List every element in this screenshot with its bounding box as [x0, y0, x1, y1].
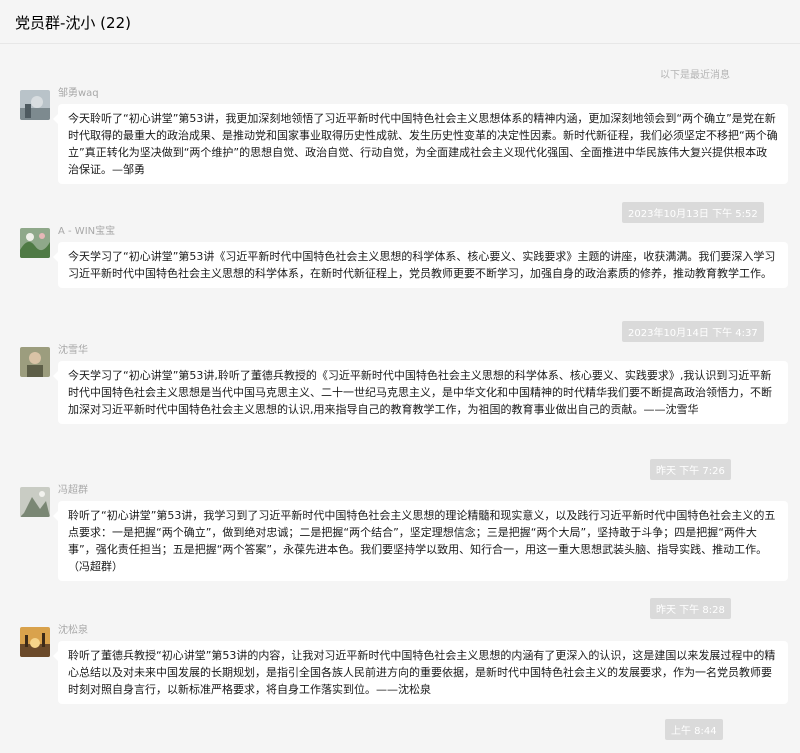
timestamp: 2023年10月13日 下午 5:52: [622, 202, 764, 223]
avatar[interactable]: [20, 627, 50, 657]
message-bubble[interactable]: 今天聆听了“初心讲堂”第53讲，我更加深刻地领悟了习近平新时代中国特色社会主义思…: [53, 104, 788, 184]
chat-title: 党员群-沈小 (22): [15, 14, 131, 32]
avatar[interactable]: [20, 90, 50, 120]
chat-header: 党员群-沈小 (22): [0, 0, 800, 44]
message-bubble[interactable]: 今天学习了“初心讲堂”第53讲,聆听了董德兵教授的《习近平新时代中国特色社会主义…: [53, 361, 788, 424]
avatar[interactable]: [20, 347, 50, 377]
sender-name[interactable]: 沈雪华: [58, 341, 88, 356]
timestamp: 昨天 下午 8:28: [650, 598, 731, 619]
timestamp: 昨天 下午 7:26: [650, 459, 731, 480]
sender-name[interactable]: 冯超群: [58, 481, 88, 496]
avatar[interactable]: [20, 487, 50, 517]
sender-name[interactable]: 邹勇waq: [58, 84, 99, 99]
sender-name[interactable]: A - WIN宝宝: [58, 222, 115, 237]
recent-messages-notice: 以下是最近消息: [660, 70, 730, 81]
message-bubble[interactable]: 聆听了“初心讲堂”第53讲，我学习到了习近平新时代中国特色社会主义思想的理论精髓…: [53, 501, 788, 581]
message-bubble[interactable]: 今天学习了“初心讲堂”第53讲《习近平新时代中国特色社会主义思想的科学体系、核心…: [53, 242, 788, 288]
sender-name[interactable]: 沈松泉: [58, 621, 88, 636]
timestamp: 2023年10月14日 下午 4:37: [622, 321, 764, 342]
timestamp: 上午 8:44: [665, 719, 723, 740]
avatar[interactable]: [20, 228, 50, 258]
message-bubble[interactable]: 聆听了董德兵教授“初心讲堂”第53讲的内容，让我对习近平新时代中国特色社会主义思…: [53, 641, 788, 704]
message-list[interactable]: 以下是最近消息 邹勇waq 今天聆听了“初心讲堂”第53讲，我更加深刻地领悟了习…: [0, 45, 800, 753]
